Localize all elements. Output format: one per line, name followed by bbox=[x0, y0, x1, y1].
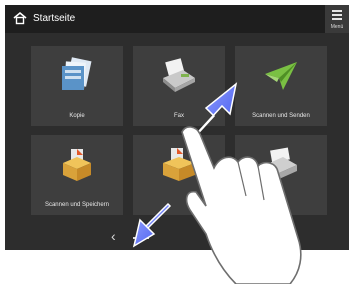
menu-button[interactable]: Menü bbox=[325, 5, 349, 33]
home-icon[interactable] bbox=[13, 11, 27, 25]
access-files-icon bbox=[163, 148, 195, 181]
tile-print[interactable] bbox=[235, 135, 327, 215]
copy-icon bbox=[62, 57, 92, 90]
page-dot-current bbox=[133, 237, 149, 239]
tile-label: Fax bbox=[173, 113, 184, 119]
header-bar: Startseite Menü bbox=[5, 5, 349, 33]
menu-label: Menü bbox=[330, 24, 344, 30]
chevron-left-icon[interactable]: ‹ bbox=[111, 229, 116, 243]
tile-scan-store[interactable]: Scannen und Speichern bbox=[31, 135, 123, 215]
tile-scan-send[interactable]: Scannen und Senden bbox=[235, 46, 327, 126]
tile-fax[interactable]: Fax bbox=[133, 46, 225, 126]
scan-store-icon bbox=[63, 149, 91, 181]
printer-icon bbox=[265, 147, 297, 179]
tile-label: Scannen und Senden bbox=[252, 113, 310, 119]
device-screen: Startseite Menü Kopie Fax Scannen und Se… bbox=[5, 5, 349, 250]
tile-label: Scannen und Speichern bbox=[44, 202, 110, 208]
page-indicator: ‹ bbox=[5, 225, 349, 250]
scan-send-icon bbox=[265, 62, 297, 90]
menu-icon bbox=[332, 10, 342, 22]
tile-label: Kopie bbox=[69, 113, 85, 119]
page-title: Startseite bbox=[33, 13, 76, 24]
tile-copy[interactable]: Kopie bbox=[31, 46, 123, 126]
fax-icon bbox=[163, 58, 195, 92]
tile-access-files[interactable] bbox=[133, 135, 225, 215]
